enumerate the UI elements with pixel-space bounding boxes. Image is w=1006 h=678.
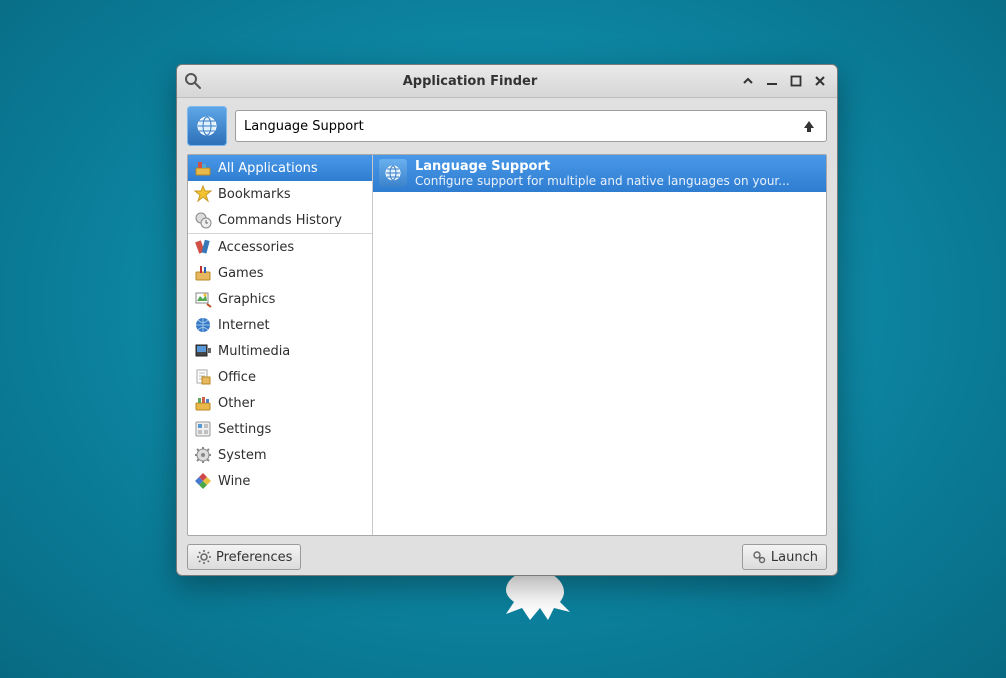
window-title: Application Finder <box>209 74 731 89</box>
arrow-up-icon[interactable] <box>802 119 820 133</box>
category-item[interactable]: System <box>188 442 372 468</box>
language-icon <box>187 106 227 146</box>
wine-icon <box>194 472 212 490</box>
search-row <box>177 98 837 154</box>
multimedia-icon <box>194 342 212 360</box>
maximize-button[interactable] <box>789 74 803 88</box>
content-pane: All Applications Bookmarks Commands Histor… <box>187 154 827 536</box>
launch-icon <box>751 549 767 565</box>
category-item[interactable]: Wine <box>188 468 372 494</box>
settings-icon <box>194 420 212 438</box>
category-label: Other <box>218 396 255 411</box>
accessories-icon <box>194 238 212 256</box>
category-item[interactable]: Games <box>188 260 372 286</box>
category-item[interactable]: Accessories <box>188 234 372 260</box>
category-label: Graphics <box>218 292 275 307</box>
category-item[interactable]: Internet <box>188 312 372 338</box>
category-item[interactable]: All Applications <box>188 155 372 181</box>
games-icon <box>194 264 212 282</box>
category-label: Office <box>218 370 256 385</box>
office-icon <box>194 368 212 386</box>
category-label: Settings <box>218 422 271 437</box>
category-label: System <box>218 448 266 463</box>
category-item[interactable]: Graphics <box>188 286 372 312</box>
category-label: Wine <box>218 474 250 489</box>
collapse-button[interactable] <box>741 74 755 88</box>
category-list[interactable]: All Applications Bookmarks Commands Histor… <box>188 155 373 535</box>
category-item[interactable]: Office <box>188 364 372 390</box>
search-input[interactable] <box>242 118 802 135</box>
footer: Preferences Launch <box>177 536 837 578</box>
search-input-container[interactable] <box>235 110 827 142</box>
category-item[interactable]: Other <box>188 390 372 416</box>
language-icon <box>379 159 407 187</box>
result-item[interactable]: Language SupportConfigure support for mu… <box>373 155 826 192</box>
application-finder-window: Application Finder <box>176 64 838 576</box>
category-item[interactable]: Commands History <box>188 207 372 233</box>
category-label: Internet <box>218 318 270 333</box>
category-label: Multimedia <box>218 344 290 359</box>
star-icon <box>194 185 212 203</box>
launch-button[interactable]: Launch <box>742 544 827 570</box>
preferences-label: Preferences <box>216 550 292 565</box>
preferences-button[interactable]: Preferences <box>187 544 301 570</box>
category-item[interactable]: Multimedia <box>188 338 372 364</box>
other-icon <box>194 394 212 412</box>
category-item[interactable]: Settings <box>188 416 372 442</box>
titlebar[interactable]: Application Finder <box>177 65 837 98</box>
applications-icon <box>194 159 212 177</box>
close-button[interactable] <box>813 74 827 88</box>
internet-icon <box>194 316 212 334</box>
category-label: Games <box>218 266 263 281</box>
category-label: All Applications <box>218 161 318 176</box>
result-title: Language Support <box>415 159 820 174</box>
graphics-icon <box>194 290 212 308</box>
history-icon <box>194 211 212 229</box>
launch-label: Launch <box>771 550 818 565</box>
result-subtitle: Configure support for multiple and nativ… <box>415 174 820 188</box>
category-item[interactable]: Bookmarks <box>188 181 372 207</box>
result-list[interactable]: Language SupportConfigure support for mu… <box>373 155 826 535</box>
minimize-button[interactable] <box>765 74 779 88</box>
gear-icon <box>196 549 212 565</box>
system-icon <box>194 446 212 464</box>
search-icon <box>177 72 209 90</box>
category-label: Accessories <box>218 240 294 255</box>
category-label: Commands History <box>218 213 342 228</box>
category-label: Bookmarks <box>218 187 291 202</box>
